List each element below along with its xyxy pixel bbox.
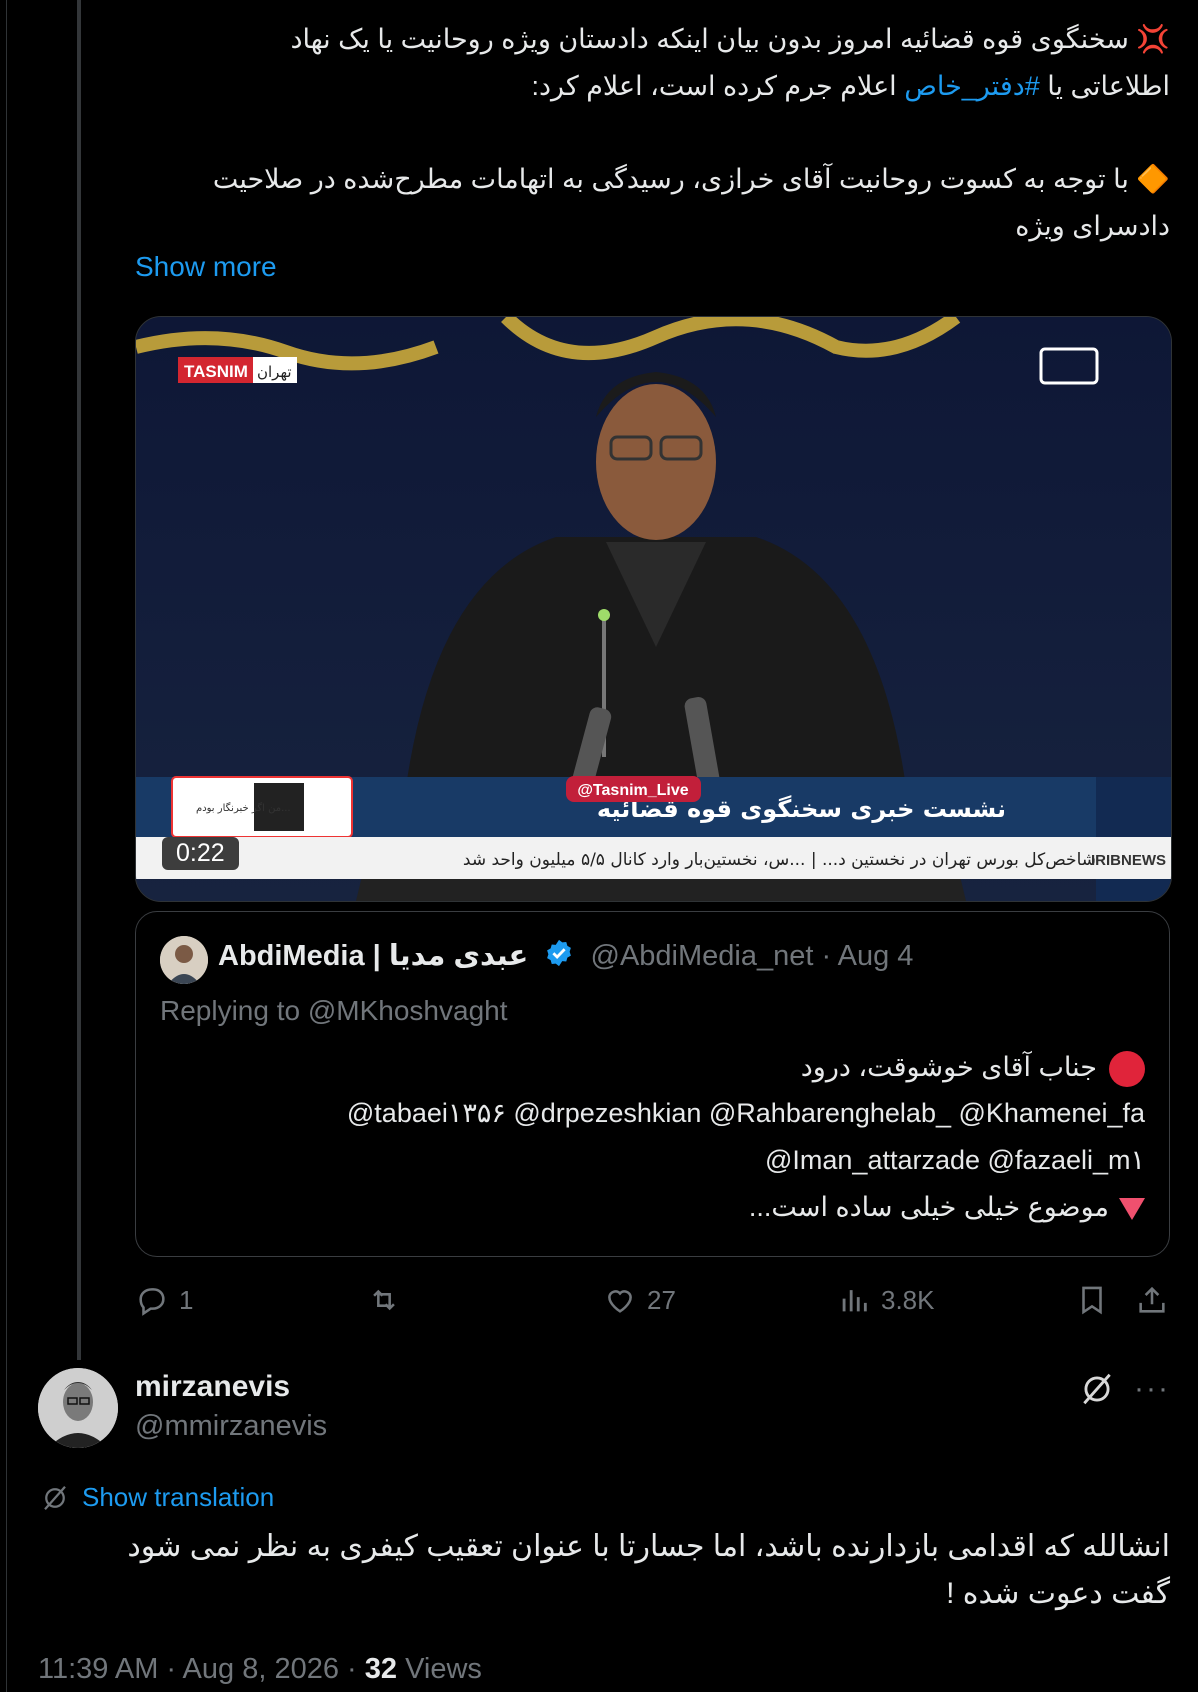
video-duration: 0:22 [162,837,239,870]
quote-author-name[interactable]: AbdiMedia | عبدی مدیا [218,940,528,972]
repost-button[interactable] [367,1283,411,1317]
analytics-icon [842,1290,867,1312]
quote-mentions-line-2[interactable]: @Iman_attarzade @fazaeli_m۱ [765,1145,1145,1176]
video-ticker: شاخص‌کل بورس تهران در نخستین د... | ...س… [463,850,1096,870]
quote-avatar-image [160,936,208,984]
tweet-views-count: 32 [364,1653,398,1685]
red-circle-icon [1109,1051,1145,1087]
video-network: IRIBNEWS [1091,852,1166,869]
thread-connector-line [77,0,81,1360]
left-border [6,0,7,1692]
translate-grok-icon [44,1485,66,1510]
video-player[interactable]: TASNIM تهران نشست خبری سخنگوی قوه قضائیه… [135,316,1172,902]
quote-text-line-4: موضوع خیلی خیلی ساده است... [749,1192,1145,1223]
show-more-link[interactable]: Show more [135,251,277,283]
quote-text-4: موضوع خیلی خیلی ساده است... [748,1192,1109,1222]
reply-author-handle[interactable]: @mmirzanevis [135,1410,327,1443]
reply-author-avatar[interactable] [38,1368,118,1448]
more-options-icon[interactable]: ··· [1134,1372,1170,1406]
video-badge-text: من اگر خبرنگار بودم... [196,802,291,814]
reply-text-line-2: گفت دعوت شده ! [946,1577,1170,1610]
quote-date: · Aug 4 [821,940,914,972]
views-count: 3.8K [881,1284,935,1315]
show-translation-link[interactable]: Show translation [40,1482,274,1513]
views-button[interactable]: 3.8K [837,1283,935,1317]
share-icon [1139,1286,1165,1313]
tasnim-logo-text: TASNIM [184,362,248,381]
reply-text-line-1: انشالله که اقدامی بازدارنده باشد، اما جس… [127,1530,1170,1563]
video-handle-badge: @Tasnim_Live [577,782,688,799]
tweet-text-prefix: اطلاعاتی یا [1047,71,1170,101]
reply-button[interactable]: 1 [135,1283,193,1317]
verified-badge-icon [544,938,574,976]
like-count: 27 [647,1284,676,1315]
bookmark-icon [1082,1286,1102,1315]
hashtag-link[interactable]: #دفتر_خاص [904,71,1040,101]
tweet-action-bar: 1 27 3.8K [135,1283,1170,1323]
bookmark-button[interactable] [1075,1283,1119,1317]
tweet-text-suffix: اعلام جرم کرده است، اعلام کرد: [531,71,897,101]
tweet-meta: 11:39 AM · Aug 8, 2026 · 32 Views [38,1653,482,1686]
tweet-text-line-4: دادسرای ویژه [1015,211,1170,241]
tweet-timestamp[interactable]: 11:39 AM · Aug 8, 2026 · [38,1653,357,1685]
grok-icon[interactable] [1078,1370,1116,1413]
reply-icon [139,1288,165,1316]
show-translation-label: Show translation [82,1482,275,1512]
quote-text-1: جناب آقای خوشوقت، درود [800,1052,1097,1083]
heart-icon [608,1290,632,1313]
tweet-views-label: Views [405,1653,482,1685]
tweet-text-line-1: 💢 سخنگوی قوه قضائیه امروز بدون بیان اینک… [290,24,1170,54]
quote-avatar[interactable] [160,936,208,984]
quote-header: AbdiMedia | عبدی مدیا @AbdiMedia_net · A… [218,938,913,976]
video-frame: TASNIM تهران نشست خبری سخنگوی قوه قضائیه… [136,317,1171,901]
quote-replying-to[interactable]: Replying to @MKhoshvaght [160,995,508,1027]
avatar-image [38,1368,118,1448]
quote-text-line-1: جناب آقای خوشوقت، درود [801,1051,1145,1087]
quote-author-handle[interactable]: @AbdiMedia_net [591,940,814,972]
reply-author-name[interactable]: mirzanevis [135,1370,290,1404]
tweet-text-line-2: اطلاعاتی یا #دفتر_خاص اعلام جرم کرده است… [135,63,1170,110]
tasnim-city-text: تهران [257,363,292,381]
reply-count: 1 [179,1284,194,1315]
repost-icon [373,1289,395,1311]
red-triangle-icon [1119,1197,1145,1220]
share-button[interactable] [1135,1283,1179,1317]
quote-mentions-line-1[interactable]: @tabaei۱۳۵۶ @drpezeshkian @Rahbarenghela… [347,1098,1145,1129]
like-button[interactable]: 27 [603,1283,676,1317]
tweet-text-line-3: 🔶 با توجه به کسوت روحانیت آقای خرازی، رس… [212,164,1170,194]
quoted-tweet[interactable]: AbdiMedia | عبدی مدیا @AbdiMedia_net · A… [135,911,1170,1257]
